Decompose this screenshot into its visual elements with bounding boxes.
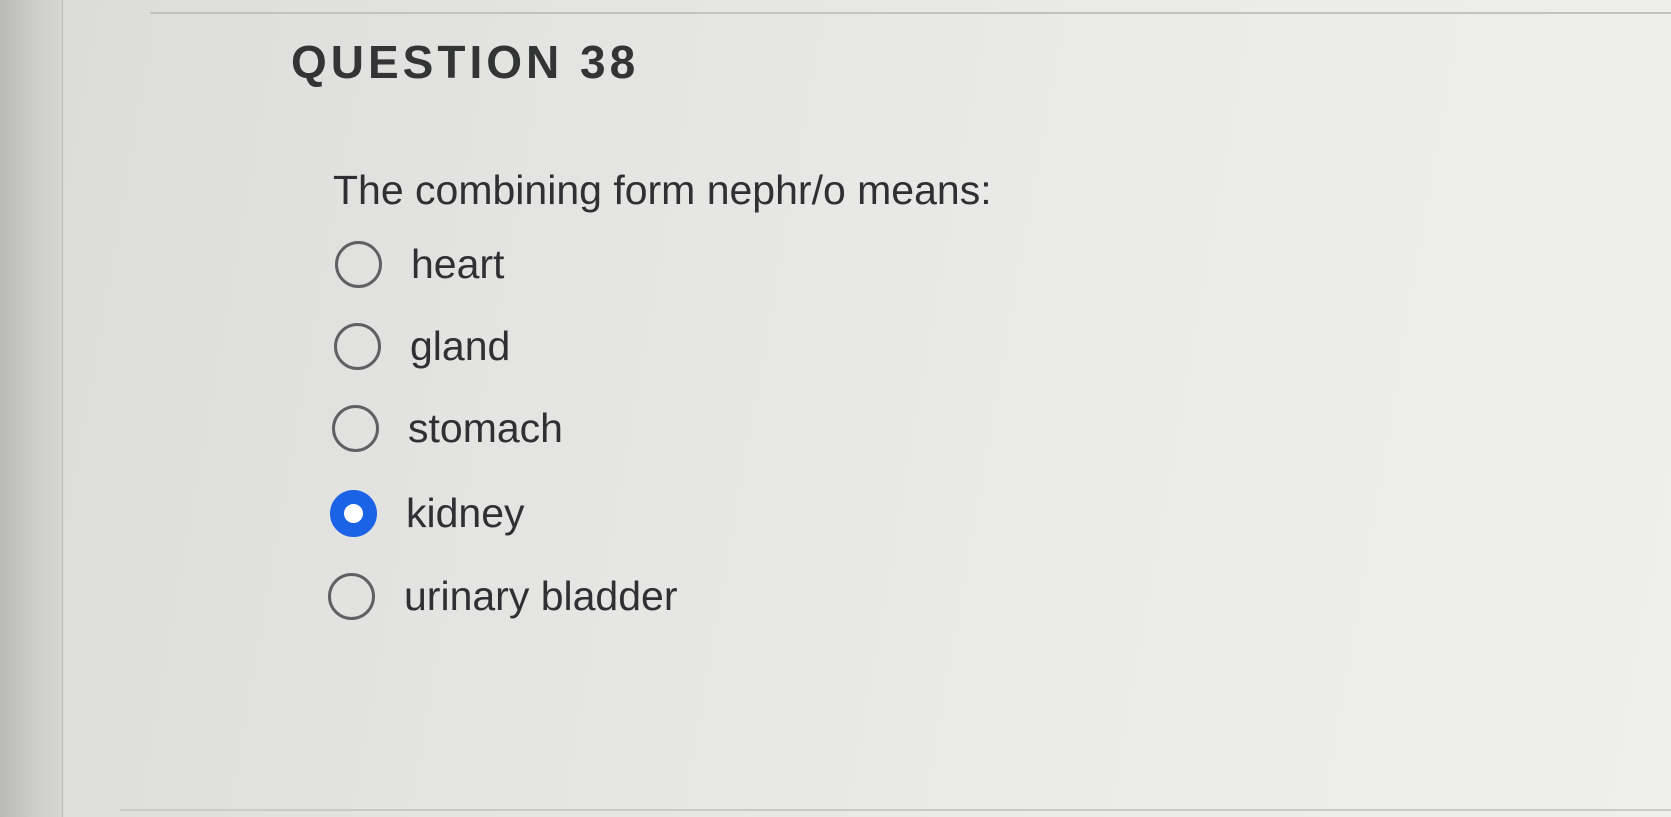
radio-button[interactable] — [332, 404, 379, 452]
option-label: urinary bladder — [404, 573, 678, 619]
option-label: gland — [410, 323, 511, 369]
radio-button[interactable] — [328, 572, 375, 620]
option-kidney[interactable]: kidney — [330, 485, 890, 541]
answer-options: heart gland stomach kidney urinary bladd… — [328, 0, 1030, 817]
radio-button-selected[interactable] — [330, 489, 377, 537]
option-gland[interactable]: gland — [330, 318, 890, 374]
option-label: stomach — [408, 405, 563, 451]
option-heart[interactable]: heart — [330, 236, 890, 292]
radio-button[interactable] — [335, 240, 382, 288]
radio-button[interactable] — [334, 322, 381, 370]
option-stomach[interactable]: stomach — [330, 400, 890, 456]
left-margin — [0, 0, 62, 817]
option-label: kidney — [406, 490, 525, 536]
option-label: heart — [411, 241, 505, 287]
option-urinary-bladder[interactable]: urinary bladder — [328, 568, 890, 624]
